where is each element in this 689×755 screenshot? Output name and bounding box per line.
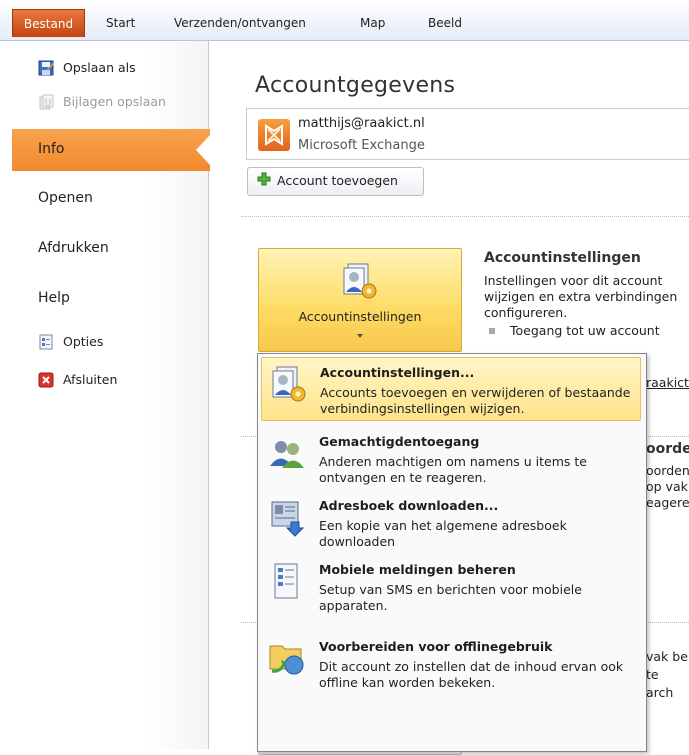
save-as-label: Opslaan als	[63, 60, 136, 75]
text-fragment: oorden	[646, 463, 689, 478]
divider	[642, 622, 689, 623]
section-text-partial: vak be te arch	[646, 648, 689, 702]
section-title: Accountinstellingen	[484, 250, 641, 266]
tab-bestand[interactable]: Bestand	[12, 9, 85, 37]
account-settings-icon	[343, 263, 377, 299]
text-fragment: op vak	[646, 479, 688, 494]
menu-item-title: Adresboek downloaden...	[319, 498, 499, 513]
options-label: Opties	[63, 334, 104, 349]
menu-item-title: Accountinstellingen...	[320, 365, 475, 380]
tab-beeld[interactable]: Beeld	[428, 10, 462, 36]
section-bullet: Toegang tot uw account	[484, 323, 689, 339]
add-account-button[interactable]: Account toevoegen	[247, 167, 424, 196]
tab-start[interactable]: Start	[106, 10, 135, 36]
exchange-icon	[258, 119, 290, 151]
section-line: Instellingen voor dit account	[484, 273, 663, 288]
text-fragment: vak be	[646, 649, 688, 664]
account-settings-button-label: Accountinstellingen	[298, 309, 422, 324]
section-line: wijzigen en extra verbindingen	[484, 289, 678, 304]
menu-item-offline-use[interactable]: Voorbereiden voor offlinegebruik Dit acc…	[261, 632, 641, 692]
exit-item[interactable]: Afsluiten	[0, 371, 208, 393]
menu-item-delegate-access[interactable]: Gemachtigdentoegang Anderen machtigen om…	[261, 427, 641, 485]
open-label: Openen	[38, 190, 93, 206]
close-icon	[38, 372, 54, 388]
print-item[interactable]: Afdrukken	[0, 239, 208, 265]
address-book-download-icon	[271, 501, 305, 537]
add-account-label: Account toevoegen	[277, 173, 398, 188]
account-link[interactable]: raakict.	[646, 375, 689, 390]
mobile-notifications-icon	[274, 563, 298, 599]
account-settings-icon	[272, 366, 306, 402]
info-label: Info	[38, 141, 65, 157]
menu-item-mobile-notifications[interactable]: Mobiele meldingen beheren Setup van SMS …	[261, 555, 641, 613]
save-attachments-item[interactable]: Bijlagen opslaan	[0, 93, 208, 115]
menu-item-description: Setup van SMS en berichten voor mobiele …	[319, 582, 582, 613]
divider	[241, 216, 689, 217]
menu-item-description: Een kopie van het algemene adresboek dow…	[319, 518, 567, 549]
menu-item-download-address-book[interactable]: Adresboek downloaden... Een kopie van he…	[261, 491, 641, 549]
section-text-partial: oorden op vak eageren	[646, 463, 689, 511]
save-attachments-label: Bijlagen opslaan	[63, 94, 166, 109]
bullet-icon	[489, 328, 495, 334]
save-as-item[interactable]: Opslaan als	[0, 59, 208, 81]
open-item[interactable]: Openen	[0, 189, 208, 215]
divider	[241, 436, 256, 437]
help-label: Help	[38, 290, 70, 306]
account-settings-button[interactable]: Accountinstellingen	[258, 248, 462, 352]
chevron-down-icon	[357, 334, 363, 338]
info-item[interactable]: Info	[12, 129, 210, 171]
offline-use-icon	[269, 645, 304, 675]
delegate-access-icon	[270, 441, 304, 468]
options-item[interactable]: Opties	[0, 333, 208, 355]
attachment-icon	[39, 94, 54, 110]
menu-item-title: Mobiele meldingen beheren	[319, 562, 516, 577]
account-settings-menu: Accountinstellingen... Accounts toevoege…	[257, 353, 647, 752]
text-fragment: eageren	[646, 495, 689, 510]
options-icon	[39, 334, 53, 350]
menu-item-title: Voorbereiden voor offlinegebruik	[319, 639, 553, 654]
save-as-icon	[38, 60, 54, 76]
text-fragment: te arch	[646, 667, 674, 700]
section-description: Instellingen voor dit account wijzigen e…	[484, 273, 689, 339]
account-type: Microsoft Exchange	[298, 138, 425, 153]
backstage-nav: Opslaan als Bijlagen opslaan Info Openen…	[0, 41, 210, 749]
selection-arrow	[196, 135, 210, 165]
menu-item-description: Accounts toevoegen en verwijderen of bes…	[320, 385, 631, 416]
print-label: Afdrukken	[38, 240, 109, 256]
menu-item-title: Gemachtigdentoegang	[319, 434, 480, 449]
menu-item-account-settings[interactable]: Accountinstellingen... Accounts toevoege…	[261, 357, 641, 421]
ribbon: Bestand Start Verzenden/ontvangen Map Be…	[0, 0, 689, 41]
divider	[241, 622, 256, 623]
page-title: Accountgegevens	[255, 73, 456, 98]
menu-item-description: Anderen machtigen om namens u items te o…	[319, 454, 587, 485]
tab-verzenden-ontvangen[interactable]: Verzenden/ontvangen	[174, 10, 306, 36]
section-bullet-text: Toegang tot uw account	[510, 323, 660, 338]
add-icon	[257, 172, 271, 186]
menu-item-description: Dit account zo instellen dat de inhoud e…	[319, 659, 624, 690]
section-heading-partial: oorden	[646, 441, 689, 457]
exit-label: Afsluiten	[63, 372, 118, 387]
divider	[642, 436, 689, 437]
section-line: configureren.	[484, 305, 568, 320]
account-email: matthijs@raakict.nl	[298, 116, 425, 131]
help-item[interactable]: Help	[0, 289, 208, 315]
tab-map[interactable]: Map	[360, 10, 385, 36]
